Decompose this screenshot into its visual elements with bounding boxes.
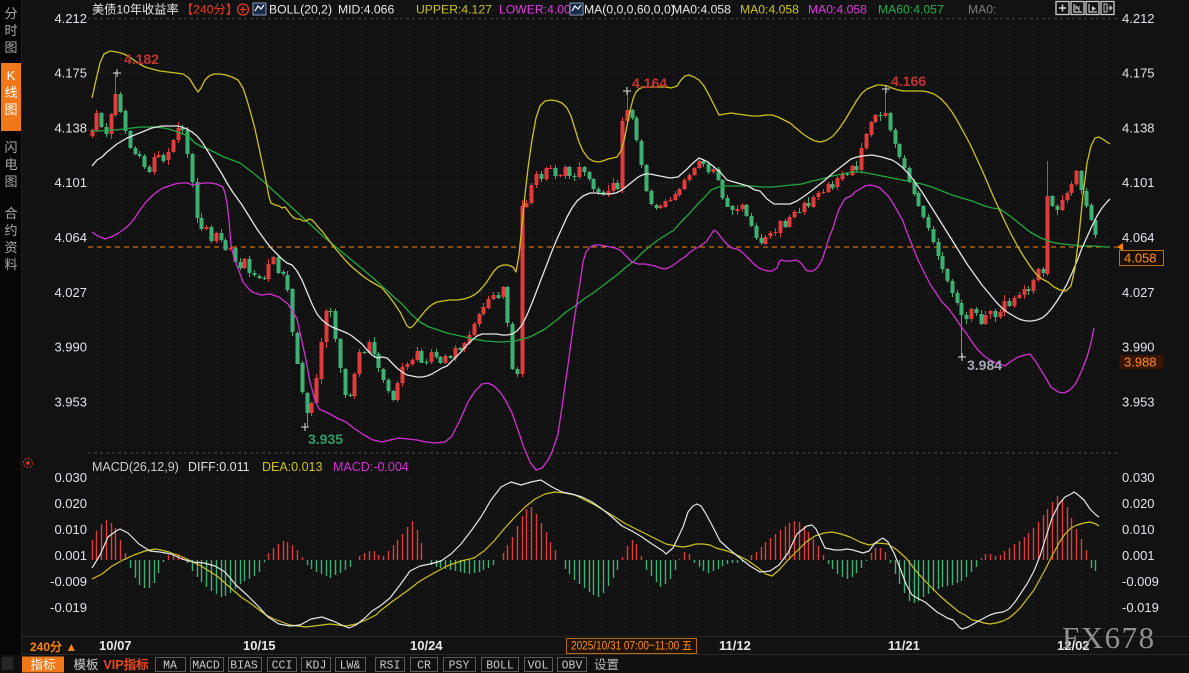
svg-text:CR: CR xyxy=(417,660,431,673)
svg-text:美债10年收益率: 美债10年收益率 xyxy=(92,2,179,17)
svg-text:图: 图 xyxy=(4,174,17,189)
svg-text:MACD: MACD xyxy=(192,660,220,673)
svg-text:3.935: 3.935 xyxy=(308,431,343,447)
svg-text:设置: 设置 xyxy=(594,657,619,672)
svg-text:3.990: 3.990 xyxy=(1122,340,1155,355)
svg-text:BOLL: BOLL xyxy=(486,660,514,673)
svg-text:4.064: 4.064 xyxy=(54,230,87,245)
svg-text:BOLL(20,2): BOLL(20,2) xyxy=(269,3,332,17)
svg-text:MACD:-0.004: MACD:-0.004 xyxy=(333,460,409,474)
svg-text:UPPER:4.127: UPPER:4.127 xyxy=(416,3,492,17)
svg-text:约: 约 xyxy=(4,223,17,238)
svg-text:4.058: 4.058 xyxy=(1124,251,1157,266)
svg-text:3.984: 3.984 xyxy=(967,357,1002,373)
svg-text:0.010: 0.010 xyxy=(54,522,87,537)
svg-text:3.953: 3.953 xyxy=(1122,394,1155,409)
svg-text:MACD(26,12,9): MACD(26,12,9) xyxy=(92,460,179,474)
svg-text:0.030: 0.030 xyxy=(1122,470,1155,485)
svg-text:PSY: PSY xyxy=(449,660,470,673)
svg-text:BIAS: BIAS xyxy=(230,660,258,673)
svg-text:DIFF:0.011: DIFF:0.011 xyxy=(188,460,250,474)
svg-text:4.212: 4.212 xyxy=(54,11,87,26)
svg-text:KDJ: KDJ xyxy=(306,660,327,673)
svg-text:时: 时 xyxy=(4,23,17,38)
svg-text:K: K xyxy=(7,68,16,83)
svg-text:11/12: 11/12 xyxy=(719,638,751,653)
svg-text:【240分】: 【240分】 xyxy=(181,3,238,17)
svg-text:4.166: 4.166 xyxy=(891,73,926,89)
svg-text:MID:4.066: MID:4.066 xyxy=(338,3,394,17)
svg-text:CCI: CCI xyxy=(272,660,293,673)
svg-text:MA0:: MA0: xyxy=(968,3,996,17)
svg-text:4.164: 4.164 xyxy=(632,75,667,91)
svg-text:3.953: 3.953 xyxy=(54,394,87,409)
svg-text:0.001: 0.001 xyxy=(1122,548,1155,563)
svg-text:模板: 模板 xyxy=(73,658,99,672)
svg-text:MA0:4.058: MA0:4.058 xyxy=(740,3,799,17)
svg-text:-0.009: -0.009 xyxy=(50,574,87,589)
svg-text:VOL: VOL xyxy=(528,660,549,673)
svg-text:MA(0,0,0,60,0,0): MA(0,0,0,60,0,0) xyxy=(584,3,675,17)
svg-text:图: 图 xyxy=(4,102,17,117)
svg-text:FX678: FX678 xyxy=(1062,620,1156,655)
svg-text:0.020: 0.020 xyxy=(54,496,87,511)
svg-text:料: 料 xyxy=(4,257,17,272)
svg-text:3.990: 3.990 xyxy=(54,340,87,355)
svg-text:240分 ▲: 240分 ▲ xyxy=(30,639,77,654)
svg-text:4.175: 4.175 xyxy=(54,66,87,81)
svg-text:4.212: 4.212 xyxy=(1122,11,1155,26)
svg-text:2025/10/31 07:00~11:00 五: 2025/10/31 07:00~11:00 五 xyxy=(571,641,692,653)
svg-text:MA: MA xyxy=(163,660,177,673)
svg-text:DEA:0.013: DEA:0.013 xyxy=(262,460,323,474)
svg-text:4.027: 4.027 xyxy=(1122,285,1155,300)
svg-text:10/24: 10/24 xyxy=(410,638,443,653)
svg-text:指标: 指标 xyxy=(30,657,55,672)
svg-text:10/07: 10/07 xyxy=(99,638,132,653)
svg-text:RSI: RSI xyxy=(380,660,401,673)
svg-text:10/15: 10/15 xyxy=(243,638,276,653)
svg-text:3.988: 3.988 xyxy=(1124,355,1157,370)
svg-text:0.010: 0.010 xyxy=(1122,522,1155,537)
svg-text:图: 图 xyxy=(4,40,17,55)
svg-text:4.101: 4.101 xyxy=(54,175,87,190)
svg-text:-0.019: -0.019 xyxy=(50,600,87,615)
svg-text:MA0:4.058: MA0:4.058 xyxy=(672,3,731,17)
svg-text:MA60:4.057: MA60:4.057 xyxy=(878,3,944,17)
svg-text:4.101: 4.101 xyxy=(1122,175,1155,190)
svg-text:LOWER:4.004: LOWER:4.004 xyxy=(499,3,578,17)
svg-text:4.175: 4.175 xyxy=(1122,66,1155,81)
svg-text:资: 资 xyxy=(4,240,17,255)
svg-text:分: 分 xyxy=(4,6,17,21)
svg-text:-0.009: -0.009 xyxy=(1122,574,1159,589)
svg-text:11/21: 11/21 xyxy=(888,638,920,653)
svg-text:4.138: 4.138 xyxy=(54,120,87,135)
svg-text:0.001: 0.001 xyxy=(54,548,87,563)
svg-text:VIP指标: VIP指标 xyxy=(103,657,149,672)
svg-text:LW&: LW& xyxy=(340,660,361,673)
svg-text:-0.019: -0.019 xyxy=(1122,600,1159,615)
svg-text:4.138: 4.138 xyxy=(1122,120,1155,135)
svg-text:4.182: 4.182 xyxy=(124,51,159,67)
svg-text:OBV: OBV xyxy=(562,660,583,673)
svg-text:MA0:4.058: MA0:4.058 xyxy=(808,3,867,17)
svg-text:闪: 闪 xyxy=(4,140,17,155)
svg-text:电: 电 xyxy=(4,157,17,172)
svg-text:0.030: 0.030 xyxy=(54,470,87,485)
svg-text:线: 线 xyxy=(4,85,17,100)
svg-text:4.027: 4.027 xyxy=(54,285,87,300)
svg-text:4.064: 4.064 xyxy=(1122,230,1155,245)
svg-text:0.020: 0.020 xyxy=(1122,496,1155,511)
svg-text:合: 合 xyxy=(4,206,17,221)
